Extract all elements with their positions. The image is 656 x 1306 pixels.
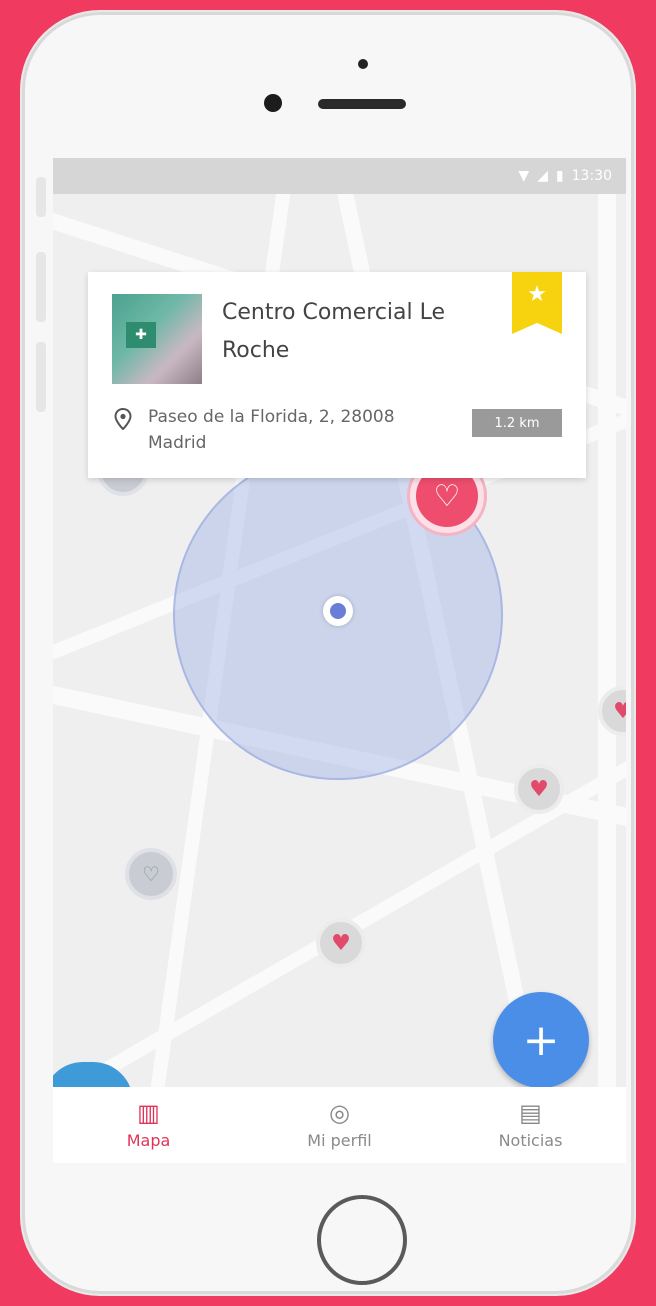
bookmark-star-button[interactable]: ★	[512, 272, 562, 334]
map-icon: ▥	[137, 1098, 160, 1127]
place-thumbnail: ✚	[112, 294, 202, 384]
plus-icon: +	[522, 1014, 560, 1066]
add-button[interactable]: +	[493, 992, 589, 1087]
front-camera	[264, 94, 282, 112]
status-bar: ▼ ◢ ▮ 13:30	[53, 158, 626, 194]
tab-label: Mi perfil	[307, 1130, 372, 1150]
wifi-icon: ▼	[518, 168, 530, 184]
place-marker[interactable]: ♡	[125, 848, 177, 900]
location-pin-icon	[114, 408, 132, 430]
volume-up-button	[36, 252, 46, 322]
star-icon: ★	[527, 282, 547, 307]
place-title: Centro Comercial Le Roche	[222, 300, 446, 363]
news-icon: ▤	[519, 1098, 542, 1127]
map-street	[598, 194, 616, 1087]
heart-outline-icon: ♡	[142, 862, 160, 886]
profile-icon: ◎	[329, 1098, 350, 1127]
distance-badge: 1.2 km	[472, 409, 562, 437]
tab-mi-perfil[interactable]: ◎ Mi perfil	[260, 1101, 420, 1150]
tab-label: Noticias	[498, 1130, 563, 1150]
home-button[interactable]	[317, 1195, 407, 1285]
volume-down-button	[36, 342, 46, 412]
place-marker[interactable]: ♥	[514, 764, 564, 814]
place-card[interactable]: ✚ Centro Comercial Le Roche ★ Paseo de l…	[88, 272, 586, 478]
heart-icon: ♥	[331, 930, 351, 956]
signal-icon: ◢	[537, 168, 548, 184]
status-time: 13:30	[571, 168, 612, 184]
tab-mapa[interactable]: ▥ Mapa	[69, 1101, 229, 1150]
battery-icon: ▮	[555, 168, 564, 184]
earpiece-speaker	[318, 99, 406, 109]
map-view[interactable]: ♡ ♡ ♥ ♥ ♡ ♥ ✚ Centro Comercial Le Roche …	[53, 194, 626, 1087]
app-screen: ▼ ◢ ▮ 13:30 ♡ ♡ ♥ ♥ ♡ ♥	[53, 158, 626, 1163]
bottom-tab-bar: ▥ Mapa ◎ Mi perfil ▤ Noticias	[53, 1087, 626, 1163]
heart-icon: ♥	[529, 776, 549, 802]
exit-sign-icon: ✚	[126, 322, 156, 348]
tab-label: Mapa	[126, 1130, 171, 1150]
tab-noticias[interactable]: ▤ Noticias	[451, 1101, 611, 1150]
place-address: Paseo de la Florida, 2, 28008 Madrid	[148, 407, 395, 453]
mute-switch	[36, 177, 46, 217]
current-location-dot	[323, 596, 353, 626]
heart-outline-icon: ♡	[433, 478, 461, 514]
heart-icon: ♥	[613, 698, 626, 724]
proximity-sensor	[358, 59, 368, 69]
place-marker[interactable]: ♥	[316, 918, 366, 968]
